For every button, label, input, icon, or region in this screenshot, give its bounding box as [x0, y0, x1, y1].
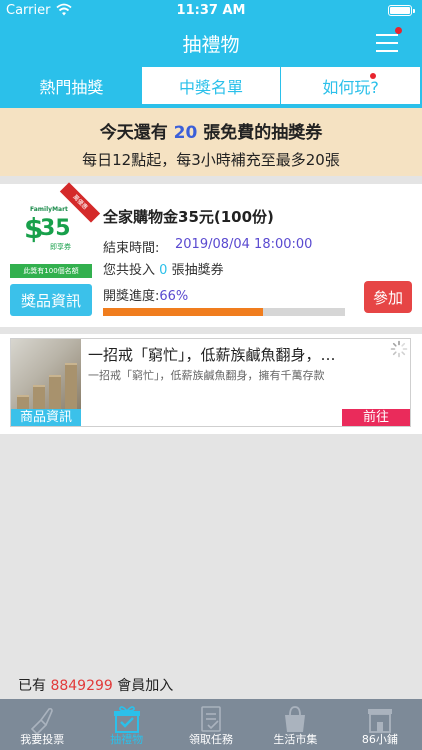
task-icon [201, 706, 221, 732]
join-button[interactable]: 參加 [364, 281, 412, 313]
banner-prefix: 今天還有 [99, 123, 168, 143]
product-info-button[interactable]: 商品資訊 [11, 409, 81, 426]
tab-hot-draws[interactable]: 熱門抽獎 [2, 67, 141, 104]
tabs-container: 熱門抽獎 中獎名單 如何玩? [0, 64, 422, 108]
nav-bar: 抽禮物 [0, 22, 422, 64]
menu-icon[interactable] [376, 34, 398, 52]
tab-badge-dot [370, 73, 377, 79]
vote-icon [31, 707, 54, 734]
go-button[interactable]: 前往 [342, 409, 410, 426]
progress-label-text: 開獎進度: [103, 289, 160, 304]
invest-count: 0 [159, 263, 168, 278]
store-icon [367, 709, 392, 733]
progress-bar [103, 308, 345, 316]
coupon-subtitle: 即享券 [50, 243, 71, 251]
article-title[interactable]: 一招戒「窮忙」，低薪族鹹魚翻身，… [88, 344, 388, 365]
article-thumbnail [11, 339, 81, 409]
invest-prefix: 您共投入 [103, 263, 156, 278]
loading-spinner-icon [390, 340, 408, 358]
tickets-invested: 您共投入 0 張抽獎券 [103, 259, 224, 278]
tabbar-tasks[interactable]: 領取任務 [169, 699, 253, 750]
member-count: 已有 8849299 會員加入 [18, 675, 173, 695]
shopping-bag-icon [285, 706, 306, 732]
battery-icon [388, 5, 415, 16]
progress-bar-fill [103, 308, 263, 316]
tabbar-market[interactable]: 生活市集 [253, 699, 337, 750]
article-subtitle: 一招戒「窮忙」，低薪族鹹魚翻身，擁有千萬存款 [88, 369, 325, 382]
draw-progress-label: 開獎進度:66% [103, 285, 188, 304]
bottom-tab-bar: 我要投票 抽禮物 領取任務 生活市集 86小鋪 [0, 699, 422, 750]
tab-how-to-play[interactable]: 如何玩? [280, 67, 420, 104]
prize-title: 全家購物金35元(100份) [103, 208, 274, 226]
end-time-value: 2019/08/04 18:00:00 [175, 237, 313, 252]
notification-dot [395, 27, 402, 34]
tab-winners-list[interactable]: 中獎名單 [140, 67, 281, 104]
prize-info-button[interactable]: 獎品資訊 [10, 284, 92, 316]
prize-card: FamilyMart $ 35 即享券 萬優惠 此獎有100個名額 獎品資訊 全… [0, 182, 422, 327]
banner-headline: 今天還有 20 張免費的抽獎券 [0, 118, 422, 143]
member-suffix: 會員加入 [117, 678, 174, 694]
tabbar-gift[interactable]: 抽禮物 [84, 699, 168, 750]
quota-tag: 此獎有100個名額 [10, 264, 92, 278]
progress-value: 66% [159, 289, 189, 304]
gift-icon [113, 706, 140, 733]
end-time-label: 結束時間: [103, 241, 160, 256]
coupon-image: FamilyMart $ 35 即享券 萬優惠 此獎有100個名額 [10, 182, 101, 278]
banner-suffix: 張免費的抽獎券 [203, 123, 323, 143]
tabbar-shop[interactable]: 86小鋪 [338, 699, 422, 750]
coupon-amount: 35 [40, 216, 71, 241]
page-title: 抽禮物 [182, 34, 240, 56]
invest-suffix: 張抽獎券 [171, 263, 224, 278]
member-count-value: 8849299 [50, 678, 113, 694]
free-ticket-count: 20 [173, 123, 198, 143]
article-card[interactable]: 商品資訊 一招戒「窮忙」，低薪族鹹魚翻身，… 一招戒「窮忙」，低薪族鹹魚翻身，擁… [0, 334, 422, 434]
segmented-tabs: 熱門抽獎 中獎名單 如何玩? [1, 66, 421, 105]
clock: 11:37 AM [176, 3, 246, 18]
free-tickets-banner: 今天還有 20 張免費的抽獎券 每日12點起，每3小時補充至最多20張 [0, 108, 422, 176]
tabbar-vote[interactable]: 我要投票 [0, 699, 84, 750]
status-bar: Carrier 11:37 AM [0, 0, 422, 22]
banner-subtext: 每日12點起，每3小時補充至最多20張 [82, 151, 340, 169]
member-prefix: 已有 [18, 678, 46, 694]
